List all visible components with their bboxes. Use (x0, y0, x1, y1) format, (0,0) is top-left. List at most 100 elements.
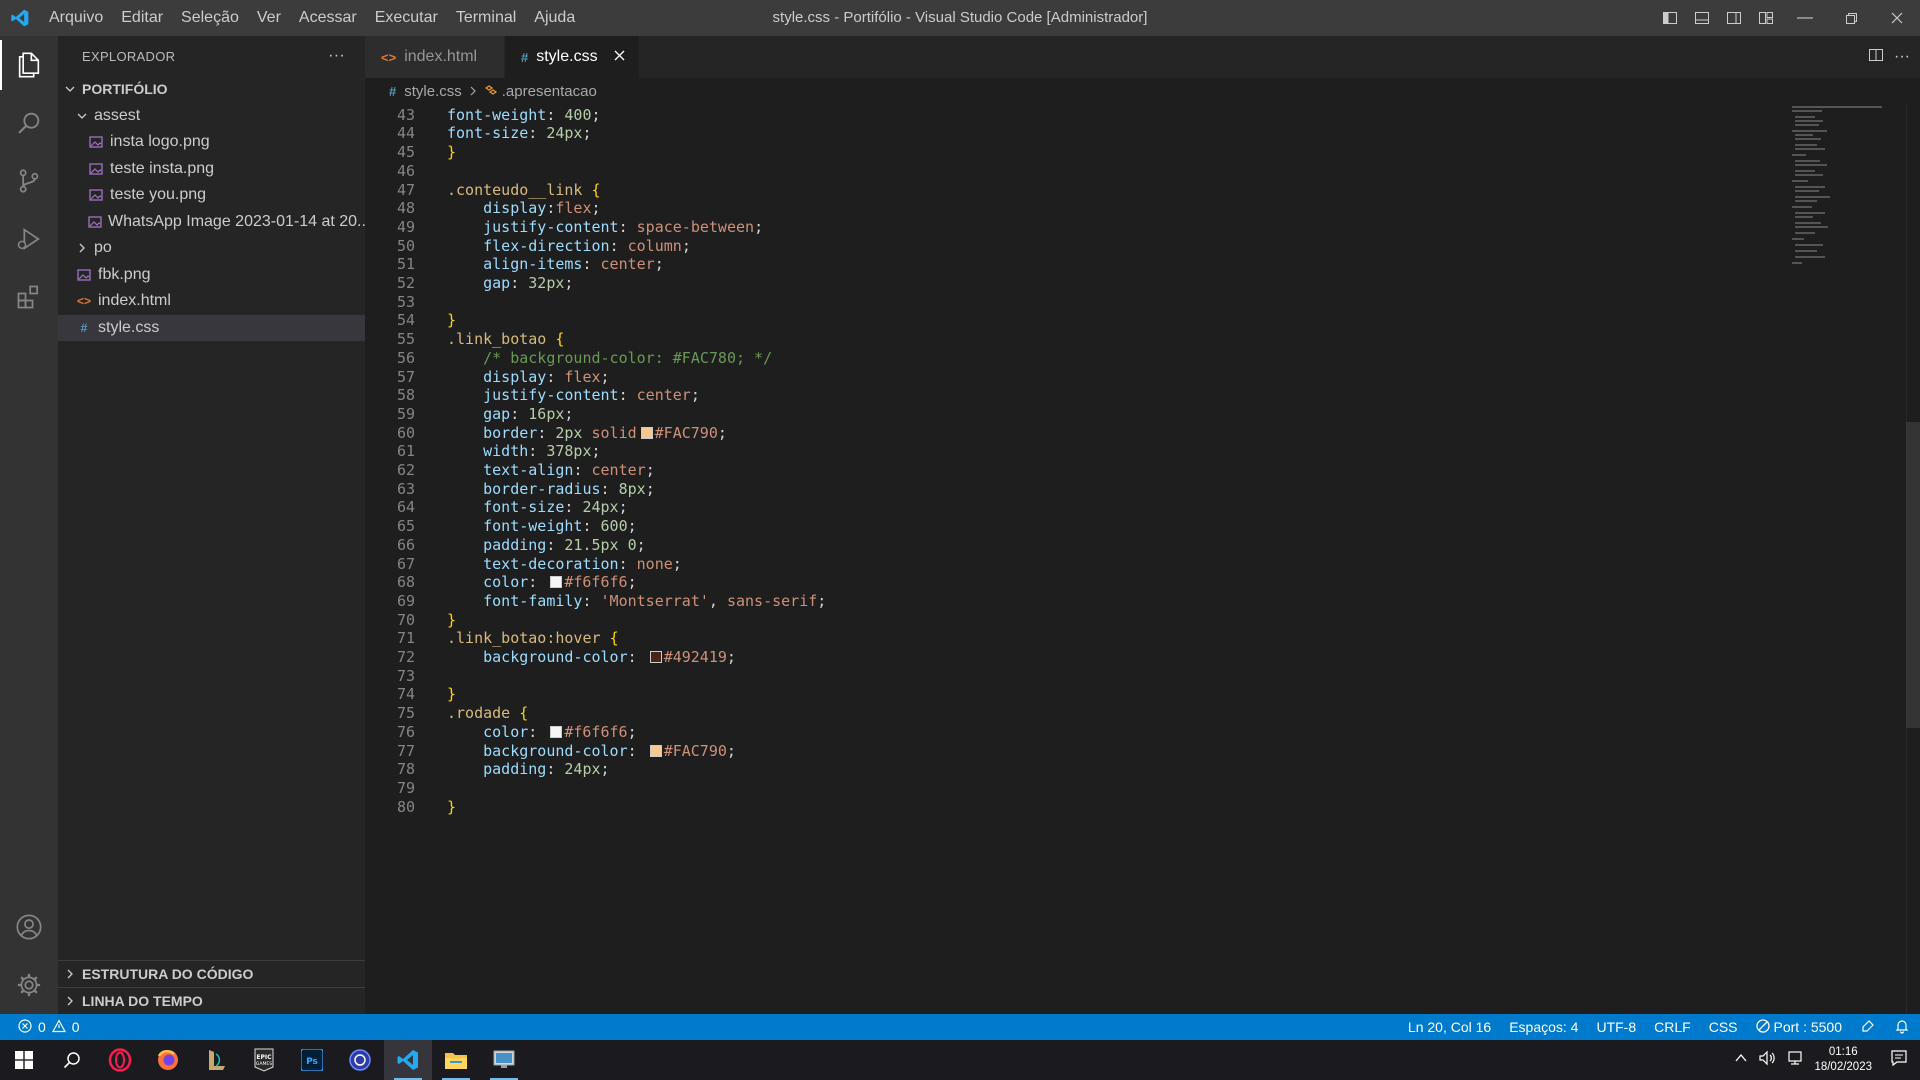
symbol-class-icon (484, 84, 498, 98)
image-file-icon (88, 162, 104, 176)
chevron-right-icon (74, 242, 90, 254)
toggle-panel-icon[interactable] (1686, 0, 1718, 36)
block-icon (1755, 1018, 1770, 1036)
split-editor-icon[interactable] (1868, 47, 1884, 67)
explorer-title: EXPLORADOR (82, 48, 176, 64)
volume-icon[interactable] (1758, 1050, 1776, 1070)
activity-bar (0, 36, 58, 1014)
chevron-right-icon (62, 968, 78, 980)
line-content: font-size: 24px; (447, 124, 592, 143)
explorer-icon[interactable] (0, 36, 58, 94)
outline-section[interactable]: ESTRUTURA DO CÓDIGO (58, 960, 365, 986)
tree-file[interactable]: insta logo.png (58, 129, 365, 156)
tab-style-css[interactable]: # style.css (505, 36, 640, 78)
cursor-position[interactable]: Ln 20, Col 16 (1408, 1019, 1491, 1035)
clock[interactable]: 01:16 18/02/2023 (1814, 1045, 1872, 1075)
language-mode[interactable]: CSS (1709, 1019, 1738, 1035)
html-icon: <> (381, 49, 397, 65)
run-debug-icon[interactable] (0, 210, 58, 268)
close-window-button[interactable] (1874, 0, 1920, 36)
status-bar: 0 0 Ln 20, Col 16 Espaços: 4 UTF-8 CRLF … (0, 1014, 1920, 1040)
tree-file[interactable]: WhatsApp Image 2023-01-14 at 20.... (58, 209, 365, 236)
svg-text:GAMES: GAMES (256, 1061, 272, 1067)
tree-file[interactable]: # style.css (58, 314, 365, 341)
error-count: 0 (38, 1019, 46, 1035)
tree-folder[interactable]: po (58, 235, 365, 262)
taskbar-search-icon[interactable] (48, 1040, 96, 1080)
tree-item-label: insta logo.png (110, 133, 210, 151)
settings-gear-icon[interactable] (0, 956, 58, 1014)
minimap[interactable] (1790, 104, 1890, 274)
vscode-logo-icon (0, 0, 40, 36)
project-name: PORTIFÓLIO (82, 81, 168, 98)
windows-taskbar: EPIC GAMES Ps 01:16 18/02/2023 (0, 1040, 1920, 1080)
line-content: background-color: #492419; (483, 648, 736, 666)
windows-start-icon[interactable] (0, 1040, 48, 1080)
scrollbar-thumb[interactable] (1906, 422, 1920, 728)
project-folder-header[interactable]: PORTIFÓLIO (58, 76, 365, 103)
show-hidden-icons-icon[interactable] (1734, 1051, 1748, 1069)
toggle-primary-sidebar-icon[interactable] (1654, 0, 1686, 36)
menu-item-ajuda[interactable]: Ajuda (525, 0, 584, 36)
timeline-section[interactable]: LINHA DO TEMPO (58, 987, 365, 1013)
search-icon[interactable] (0, 94, 58, 152)
code-line: 80} (365, 796, 456, 819)
close-tab-icon[interactable] (614, 48, 625, 66)
menu-item-seleção[interactable]: Seleção (172, 0, 248, 36)
end-of-line[interactable]: CRLF (1654, 1019, 1691, 1035)
tree-folder[interactable]: assest (58, 103, 365, 130)
minimize-button[interactable]: — (1782, 0, 1828, 36)
problems-indicator[interactable]: 0 0 (0, 1018, 80, 1036)
accounts-icon[interactable] (0, 898, 58, 956)
clock-time: 01:16 (1828, 1046, 1858, 1058)
league-client-icon[interactable] (192, 1040, 240, 1080)
network-icon[interactable] (1786, 1050, 1804, 1070)
css-icon: # (389, 83, 397, 99)
menu-item-editar[interactable]: Editar (112, 0, 172, 36)
more-editor-actions-icon[interactable]: ··· (1894, 48, 1910, 66)
menu-item-ver[interactable]: Ver (248, 0, 290, 36)
system-app-icon[interactable] (480, 1040, 528, 1080)
file-explorer-icon[interactable] (432, 1040, 480, 1080)
line-content: font-family: 'Montserrat', sans-serif; (483, 591, 827, 610)
tab-label: style.css (536, 48, 598, 65)
breadcrumb-file[interactable]: style.css (404, 83, 462, 100)
menu-item-terminal[interactable]: Terminal (447, 0, 525, 36)
tree-file[interactable]: teste insta.png (58, 156, 365, 183)
menu-item-arquivo[interactable]: Arquivo (40, 0, 112, 36)
menu-item-executar[interactable]: Executar (366, 0, 447, 36)
source-control-icon[interactable] (0, 152, 58, 210)
clock-date: 18/02/2023 (1814, 1061, 1872, 1073)
toggle-secondary-sidebar-icon[interactable] (1718, 0, 1750, 36)
svg-text:Ps: Ps (306, 1057, 318, 1067)
epic-games-icon[interactable]: EPIC GAMES (240, 1040, 288, 1080)
vertical-scrollbar[interactable] (1906, 104, 1920, 1014)
firefox-icon[interactable] (144, 1040, 192, 1080)
code-editor[interactable]: 42font-family: 'Krona One', sans-serif;4… (365, 104, 1920, 1014)
tree-file[interactable]: fbk.png (58, 262, 365, 289)
error-icon (18, 1018, 32, 1036)
opera-gx-icon[interactable] (96, 1040, 144, 1080)
more-actions-button[interactable]: ··· (328, 47, 345, 65)
restore-button[interactable] (1828, 0, 1874, 36)
indentation[interactable]: Espaços: 4 (1509, 1019, 1578, 1035)
live-server-port[interactable]: Port : 5500 (1755, 1018, 1842, 1036)
extensions-icon[interactable] (0, 268, 58, 326)
chevron-down-icon (74, 110, 90, 122)
app-circle-icon[interactable] (336, 1040, 384, 1080)
notification-center-icon[interactable] (1890, 1049, 1908, 1071)
line-number: 80 (396, 797, 415, 816)
breadcrumb-symbol[interactable]: .apresentacao (502, 83, 597, 100)
vscode-taskbar-icon[interactable] (384, 1040, 432, 1080)
encoding[interactable]: UTF-8 (1596, 1019, 1636, 1035)
menu-item-acessar[interactable]: Acessar (290, 0, 366, 36)
tree-file[interactable]: <> index.html (58, 288, 365, 315)
tab-index-html[interactable]: <> index.html (365, 36, 505, 78)
notifications-bell-icon[interactable] (1894, 1018, 1910, 1037)
tree-file[interactable]: teste you.png (58, 182, 365, 209)
tree-item-label: po (94, 239, 112, 257)
customize-layout-icon[interactable] (1750, 0, 1782, 36)
chevron-right-icon (62, 995, 78, 1007)
feedback-icon[interactable] (1860, 1018, 1876, 1037)
photoshop-icon[interactable]: Ps (288, 1040, 336, 1080)
